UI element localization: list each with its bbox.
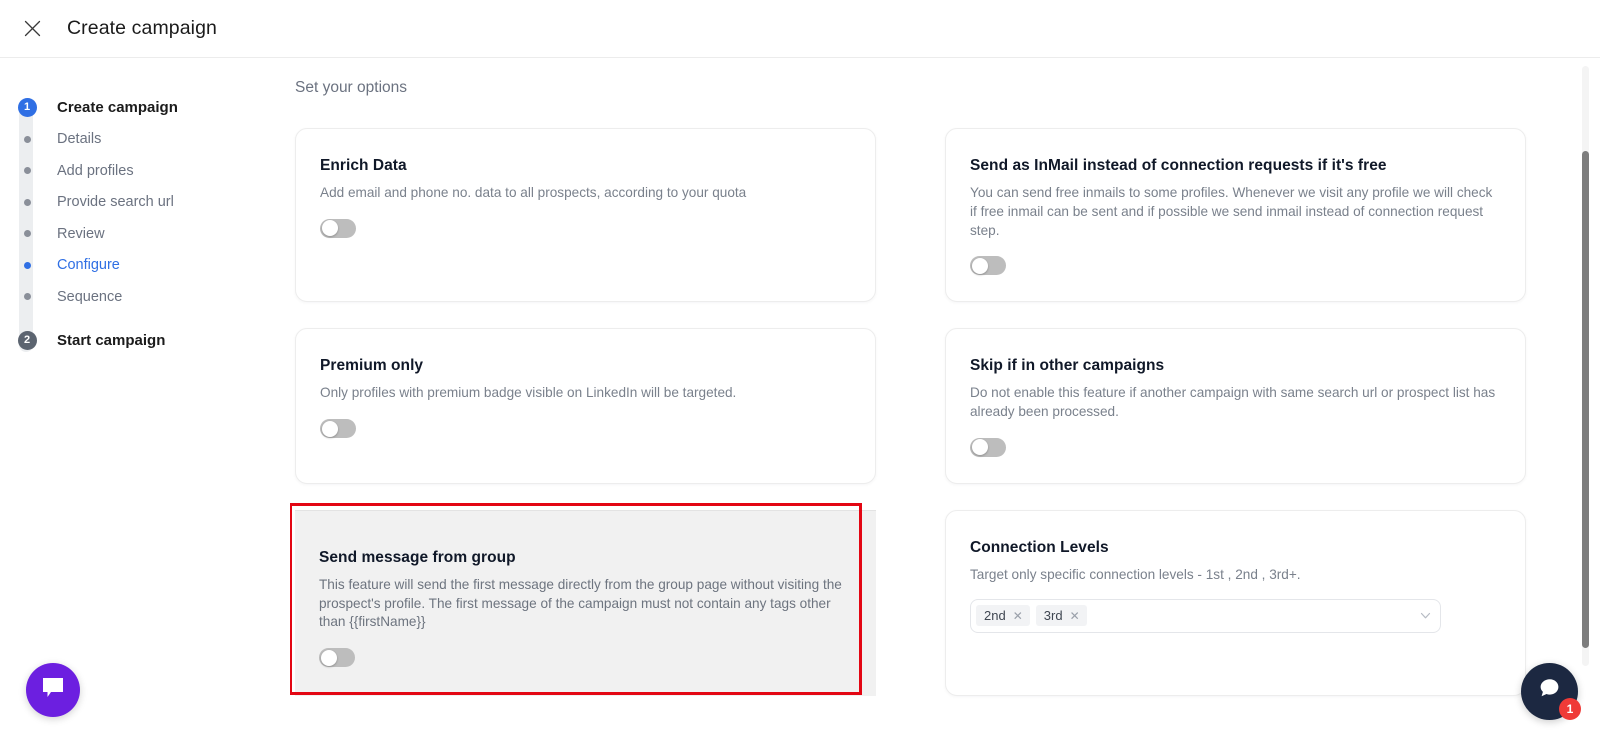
step-number-badge: 2	[17, 330, 37, 350]
toggle-knob	[971, 257, 988, 274]
step-marker-dot	[16, 167, 38, 175]
sidebar-item-add-profiles[interactable]: Add profiles	[16, 155, 290, 187]
close-icon[interactable]: ✕	[1070, 610, 1080, 622]
step-dot-icon	[23, 167, 31, 175]
sidebar-item-review[interactable]: Review	[16, 218, 290, 250]
chip-connection-level[interactable]: 3rd ✕	[1035, 605, 1087, 626]
card-description: You can send free inmails to some profil…	[970, 185, 1493, 238]
send-as-inmail-toggle[interactable]	[970, 256, 1006, 276]
close-icon[interactable]	[18, 15, 46, 43]
sidebar-item-details[interactable]: Details	[16, 124, 290, 156]
step-marker-dot	[16, 293, 38, 301]
chat-widget-button-right[interactable]: 1	[1521, 663, 1581, 720]
sidebar-item-label: Add profiles	[57, 162, 134, 179]
step-dot-icon	[23, 261, 31, 269]
sidebar-item-start-campaign[interactable]: 2 Start campaign	[16, 325, 290, 357]
card-description: This feature will send the first message…	[319, 576, 842, 630]
stepper: 1 Create campaign Details Add profiles P…	[0, 92, 290, 356]
step-marker-dot	[16, 198, 38, 206]
card-description: Add email and phone no. data to all pros…	[320, 185, 747, 200]
sidebar-item-label: Review	[57, 225, 105, 242]
chat-bubble-icon	[1536, 677, 1563, 707]
page-header: Create campaign	[0, 0, 1600, 58]
status-badge: 1	[1559, 698, 1581, 720]
step-marker-dot	[16, 230, 38, 238]
card-title: Premium only	[320, 357, 424, 375]
vertical-scrollbar-thumb[interactable]	[1582, 151, 1589, 648]
card-skip-if-in-other-campaigns[interactable]: Skip if in other campaigns Do not enable…	[945, 328, 1526, 484]
send-message-from-group-toggle[interactable]	[319, 648, 355, 667]
toggle-knob	[321, 220, 338, 237]
options-grid: Enrich Data Add email and phone no. data…	[290, 128, 1540, 696]
card-send-message-from-group[interactable]: Send message from group This feature wil…	[290, 502, 876, 696]
section-title: Set your options	[295, 79, 408, 96]
create-campaign-page: Create campaign 1 Create campaign Detail…	[0, 0, 1600, 732]
toggle-knob	[971, 439, 988, 456]
step-number-badge: 1	[17, 98, 37, 118]
chip-label: 2nd	[984, 608, 1006, 623]
card-title: Send message from group	[319, 548, 516, 566]
toggle-knob	[320, 649, 337, 666]
chip-label: 3rd	[1043, 608, 1063, 623]
card-premium-only[interactable]: Premium only Only profiles with premium …	[295, 328, 876, 484]
chat-bubble-icon	[41, 677, 65, 704]
sidebar-item-label: Create campaign	[57, 99, 178, 117]
step-marker-1: 1	[16, 98, 38, 118]
main-content: Set your options Enrich Data Add email a…	[290, 58, 1600, 732]
card-description: Target only specific connection levels -…	[970, 566, 1301, 582]
chat-widget-button-left[interactable]	[26, 663, 80, 717]
sidebar-item-provide-search-url[interactable]: Provide search url	[16, 187, 290, 219]
sidebar-item-label: Configure	[57, 257, 120, 274]
chip-connection-level[interactable]: 2nd ✕	[976, 605, 1030, 626]
vertical-scrollbar-track[interactable]	[1582, 66, 1589, 666]
sidebar-item-create-campaign[interactable]: 1 Create campaign	[16, 92, 290, 124]
card-enrich-data[interactable]: Enrich Data Add email and phone no. data…	[295, 128, 876, 303]
card-send-as-inmail[interactable]: Send as InMail instead of connection req…	[945, 128, 1526, 303]
card-title: Send as InMail instead of connection req…	[970, 157, 1387, 174]
chevron-down-icon[interactable]	[1419, 609, 1432, 622]
toggle-knob	[321, 420, 338, 437]
step-marker-dot	[16, 135, 38, 143]
sidebar-item-label: Sequence	[57, 288, 123, 305]
sidebar-item-label: Provide search url	[57, 194, 174, 211]
skip-if-in-other-campaigns-toggle[interactable]	[970, 437, 1006, 457]
card-description: Only profiles with premium badge visible…	[320, 385, 737, 401]
step-marker-2: 2	[16, 330, 38, 350]
sidebar-item-configure[interactable]: Configure	[16, 250, 290, 282]
card-title: Skip if in other campaigns	[970, 357, 1165, 375]
step-dot-icon	[23, 230, 31, 238]
card-connection-levels[interactable]: Connection Levels Target only specific c…	[945, 509, 1526, 696]
step-dot-icon	[23, 293, 31, 301]
enrich-data-toggle[interactable]	[320, 218, 356, 238]
card-title: Enrich Data	[320, 157, 407, 174]
card-title: Connection Levels	[970, 538, 1109, 556]
step-dot-icon	[23, 198, 31, 206]
sidebar-item-label: Details	[57, 131, 102, 148]
sidebar-item-label: Start campaign	[57, 331, 166, 349]
sidebar-item-sequence[interactable]: Sequence	[16, 281, 290, 313]
page-title: Create campaign	[67, 17, 217, 39]
step-marker-dot	[16, 261, 38, 269]
close-icon[interactable]: ✕	[1013, 610, 1023, 622]
connection-levels-select[interactable]: 2nd ✕ 3rd ✕	[970, 598, 1441, 633]
premium-only-toggle[interactable]	[320, 419, 356, 438]
sidebar: 1 Create campaign Details Add profiles P…	[0, 58, 290, 732]
card-description: Do not enable this feature if another ca…	[970, 385, 1496, 419]
step-dot-icon	[23, 135, 31, 143]
